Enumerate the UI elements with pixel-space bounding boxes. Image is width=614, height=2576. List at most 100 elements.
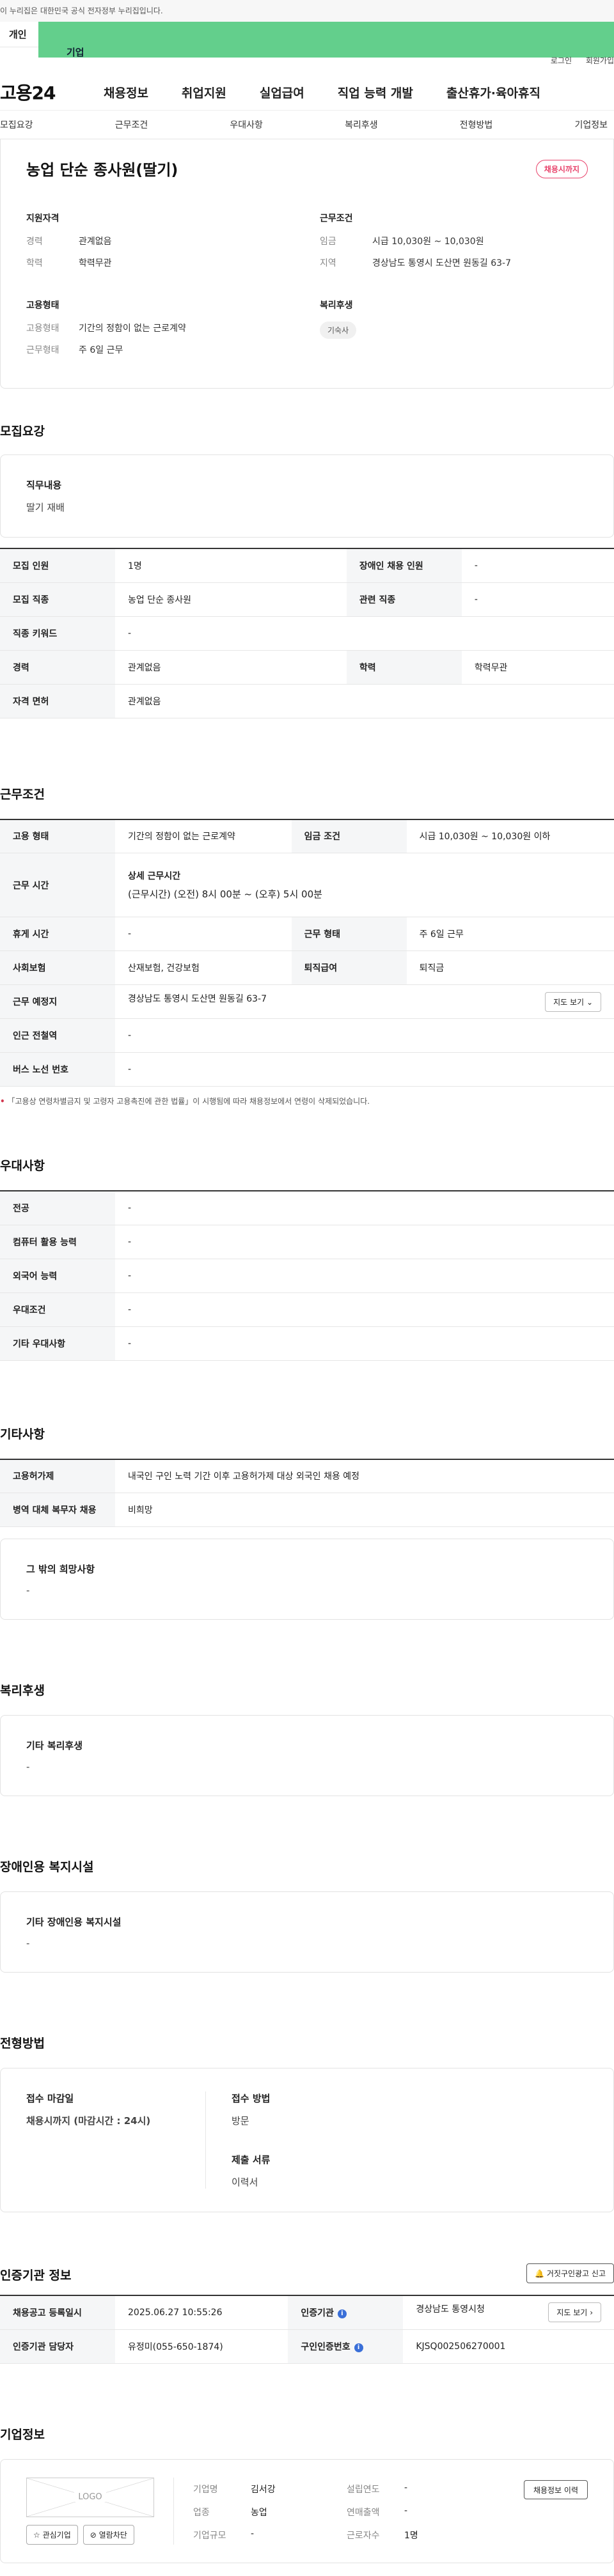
hours-value: (근무시간) (오전) 8시 00분 ~ (오후) 5시 00분	[128, 888, 322, 900]
tab-preferences[interactable]: 우대사항	[230, 118, 263, 131]
cell-value: -	[115, 1225, 614, 1259]
deadline-col: 접수 마감일 채용시까지 (마감시간 : 24시)	[26, 2091, 180, 2189]
favorite-company-button[interactable]: ☆ 관심기업	[26, 2524, 78, 2545]
global-nav: 고용24 채용정보 취업지원 실업급여 직업 능력 개발 출산휴가·육아휴직	[0, 74, 614, 110]
gnb-menu-maternity-leave[interactable]: 출산휴가·육아휴직	[446, 84, 540, 101]
tab-process[interactable]: 전형방법	[460, 118, 493, 131]
table-row: 자격 면허 관계없음	[0, 684, 614, 718]
sales-label: 연매출액	[347, 2507, 380, 2518]
cell-value: 내국인 구인 노력 기간 이후 고용허가제 대상 외국인 채용 예정	[115, 1459, 614, 1493]
table-row: 근무 예정지 경상남도 통영시 도산면 원동길 63-7 지도 보기 ⌄	[0, 984, 614, 1019]
region-value: 경상남도 통영시 도산면 원동길 63-7	[372, 258, 512, 268]
cell-label: 기타 우대사항	[0, 1326, 115, 1361]
agency-map-button[interactable]: 지도 보기 ›	[548, 2302, 601, 2323]
gnb-menu-vocational-training[interactable]: 직업 능력 개발	[338, 84, 413, 101]
other-title: 기타사항	[0, 1427, 45, 1441]
tab-person[interactable]: 개인	[0, 22, 38, 47]
map-view-button[interactable]: 지도 보기 ⌄	[545, 991, 601, 1012]
cell-label: 버스 노선 번호	[0, 1052, 115, 1087]
tab-company[interactable]: 기업정보	[574, 118, 608, 131]
welfare-tag: 기숙사	[320, 322, 357, 339]
deadline-value: 채용시까지 (마감시간 : 24시)	[26, 2115, 151, 2127]
condition-block: 근무조건 임금 시급 10,030원 ~ 10,030원 지역 경상남도 통영시 도…	[320, 212, 588, 278]
qualification-block: 지원자격 경력 관계없음 학력 학력무관	[26, 212, 294, 278]
cell-label: 인증기관 i	[288, 2295, 404, 2330]
tab-company[interactable]: 기업	[38, 22, 614, 58]
block-view-button[interactable]: ⊘ 열람차단	[83, 2524, 134, 2545]
benefit-text: -	[26, 1761, 30, 1773]
cell-label: 컴퓨터 활용 능력	[0, 1225, 115, 1259]
cell-label: 인증기관 담당자	[0, 2329, 115, 2364]
cell-value: 관계없음	[115, 650, 347, 685]
gnb-menu-unemployment-benefit[interactable]: 실업급여	[260, 84, 304, 101]
table-row: 고용 형태 기간의 정함이 없는 근로계약 임금 조건 시급 10,030원 ~…	[0, 819, 614, 853]
tab-recruit[interactable]: 모집요강	[0, 118, 33, 131]
facility-heading: 기타 장애인용 복지시설	[26, 1916, 122, 1928]
gnb-menu-employment-support[interactable]: 취업지원	[182, 84, 226, 101]
welfare-block: 복리후생 기숙사	[320, 299, 588, 365]
cell-value: -	[115, 917, 292, 951]
industry-value: 농업	[251, 2507, 267, 2518]
table-row: 경력 관계없음 학력 학력무관	[0, 650, 614, 685]
login-link[interactable]: 로그인	[551, 56, 572, 65]
logo-text: LOGO	[74, 2492, 106, 2502]
work-table: 고용 형태 기간의 정함이 없는 근로계약 임금 조건 시급 10,030원 ~…	[0, 818, 614, 1087]
info-icon[interactable]: i	[337, 2309, 347, 2318]
tab-work-conditions[interactable]: 근무조건	[115, 118, 148, 131]
cell-value: -	[115, 1018, 614, 1053]
favorite-label: 관심기업	[42, 2530, 71, 2540]
table-row: 사회보험 산재보험, 건강보험 퇴직급여 퇴직금	[0, 950, 614, 985]
process-section: 전형방법 접수 마감일 채용시까지 (마감시간 : 24시) 접수 방법 방문 …	[0, 2034, 614, 2212]
cell-value: 2025.06.27 10:55:26	[115, 2295, 288, 2330]
site-logo[interactable]: 고용24	[0, 79, 70, 105]
agency-value: 경상남도 통영시청	[416, 2304, 485, 2315]
cell-label: 장애인 채용 인원	[346, 548, 462, 583]
job-title: 농업 단순 종사원(딸기)	[26, 161, 178, 179]
job-history-button[interactable]: 채용정보 이력	[523, 2479, 588, 2499]
size-value: -	[251, 2528, 255, 2539]
info-icon[interactable]: i	[354, 2343, 363, 2352]
process-title: 전형방법	[0, 2037, 45, 2051]
tab-benefits[interactable]: 복리후생	[345, 118, 378, 131]
benefit-box: 기타 복리후생 -	[0, 1715, 614, 1796]
facility-title: 장애인용 복지시설	[0, 1860, 94, 1874]
gnb-menu-jobs[interactable]: 채용정보	[104, 84, 148, 101]
map-view-label: 지도 보기	[553, 997, 585, 1007]
cell-label: 관련 직종	[346, 582, 462, 617]
cell-label: 외국어 능력	[0, 1259, 115, 1293]
staff-value: 1명	[404, 2530, 418, 2541]
recruit-table: 모집 인원 1명 장애인 채용 인원 - 모집 직종 농업 단순 종사원 관련 …	[0, 548, 614, 718]
cell-label: 근무 시간	[0, 853, 115, 917]
career-value: 관계없음	[79, 237, 112, 247]
education-label: 학력	[26, 258, 43, 268]
wish-text: -	[26, 1585, 30, 1596]
cell-label: 인근 전철역	[0, 1018, 115, 1053]
table-row: 외국어 능력 -	[0, 1259, 614, 1293]
agency-map-label: 지도 보기	[556, 2308, 588, 2318]
company-logo-area: LOGO ☆ 관심기업 ⊘ 열람차단	[26, 2477, 154, 2545]
cell-label: 자격 면허	[0, 684, 115, 718]
signup-link[interactable]: 회원가입	[586, 56, 614, 65]
method-value: 방문	[232, 2115, 249, 2127]
cert-section: 인증기관 정보 🔔 거짓구인광고 신고 채용공고 등록일시 2025.06.27…	[0, 2263, 614, 2364]
staff-label: 근로자수	[347, 2530, 380, 2541]
table-row: 버스 노선 번호 -	[0, 1052, 614, 1087]
deadline-heading: 접수 마감일	[26, 2093, 74, 2104]
cell-value: 경상남도 통영시청 지도 보기 ›	[403, 2295, 614, 2330]
wage-value: 시급 10,030원 ~ 10,030원	[372, 237, 484, 247]
sales-value: -	[404, 2505, 408, 2516]
condition-heading: 근무조건	[320, 213, 353, 224]
table-row: 전공 -	[0, 1191, 614, 1225]
other-table: 고용허가제 내국인 구인 노력 기간 이후 고용허가제 대상 외국인 채용 예정 …	[0, 1458, 614, 1527]
cell-value: 비희망	[115, 1493, 614, 1527]
report-fake-ad-label: 거짓구인광고 신고	[546, 2269, 606, 2278]
report-fake-ad-button[interactable]: 🔔 거짓구인광고 신고	[526, 2263, 614, 2283]
qualification-heading: 지원자격	[26, 213, 59, 224]
work-section: 근무조건 고용 형태 기간의 정함이 없는 근로계약 임금 조건 시급 10,0…	[0, 785, 614, 1107]
cell-value: 상세 근무시간 (근무시간) (오전) 8시 00분 ~ (오후) 5시 00분	[115, 853, 614, 917]
recruit-title: 모집요강	[0, 424, 45, 438]
cell-label: 퇴직급여	[291, 950, 407, 985]
benefit-section: 복리후생 기타 복리후생 -	[0, 1681, 614, 1796]
chevron-down-icon: ⌄	[586, 997, 593, 1007]
facility-section: 장애인용 복지시설 기타 장애인용 복지시설 -	[0, 1858, 614, 1973]
